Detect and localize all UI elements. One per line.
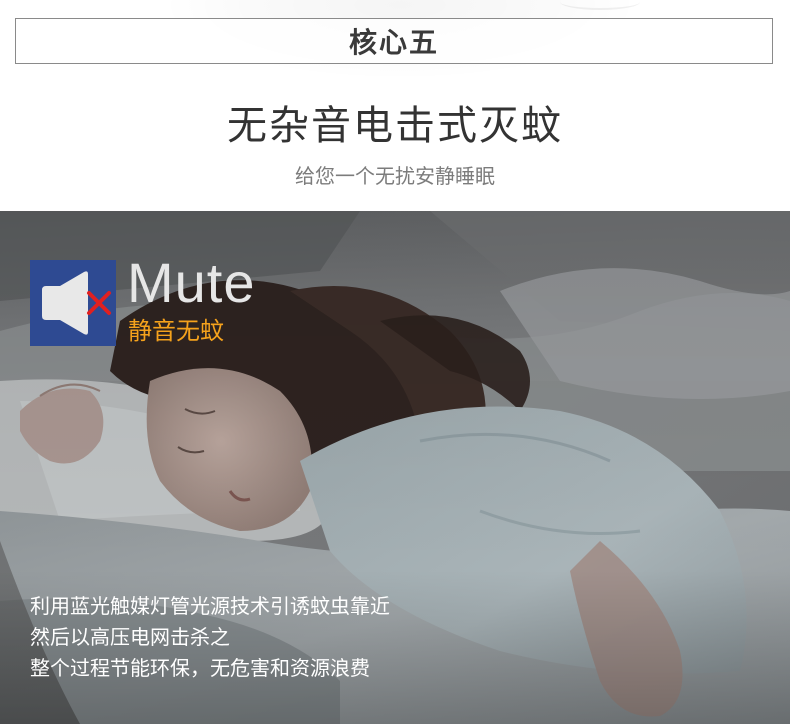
feature-title-en: Mute [127,251,256,314]
product-feature-page: 核心五 无杂音电击式灭蚊 给您一个无扰安静睡眠 Mute 静音无蚊 利用蓝光触媒… [0,0,790,724]
page-headline: 无杂音电击式灭蚊 [227,103,563,149]
description-line: 利用蓝光触媒灯管光源技术引诱蚊虫靠近 [30,594,390,618]
speaker-glyph [42,271,111,335]
feature-title-cn: 静音无蚊 [128,317,224,345]
description-line: 整个过程节能环保，无危害和资源浪费 [30,656,370,680]
page-subline: 给您一个无扰安静睡眠 [295,164,495,188]
sleeping-woman-photo: Mute 静音无蚊 利用蓝光触媒灯管光源技术引诱蚊虫靠近 然后以高压电网击杀之 … [0,211,790,724]
feature-description: 利用蓝光触媒灯管光源技术引诱蚊虫靠近 然后以高压电网击杀之 整个过程节能环保，无… [30,591,450,684]
core-label: 核心五 [348,26,439,59]
core-section-banner: 核心五 [15,18,773,64]
description-line: 然后以高压电网击杀之 [30,625,230,649]
feature-header-section: 核心五 无杂音电击式灭蚊 给您一个无扰安静睡眠 [0,0,790,211]
muted-speaker-icon [30,260,116,346]
